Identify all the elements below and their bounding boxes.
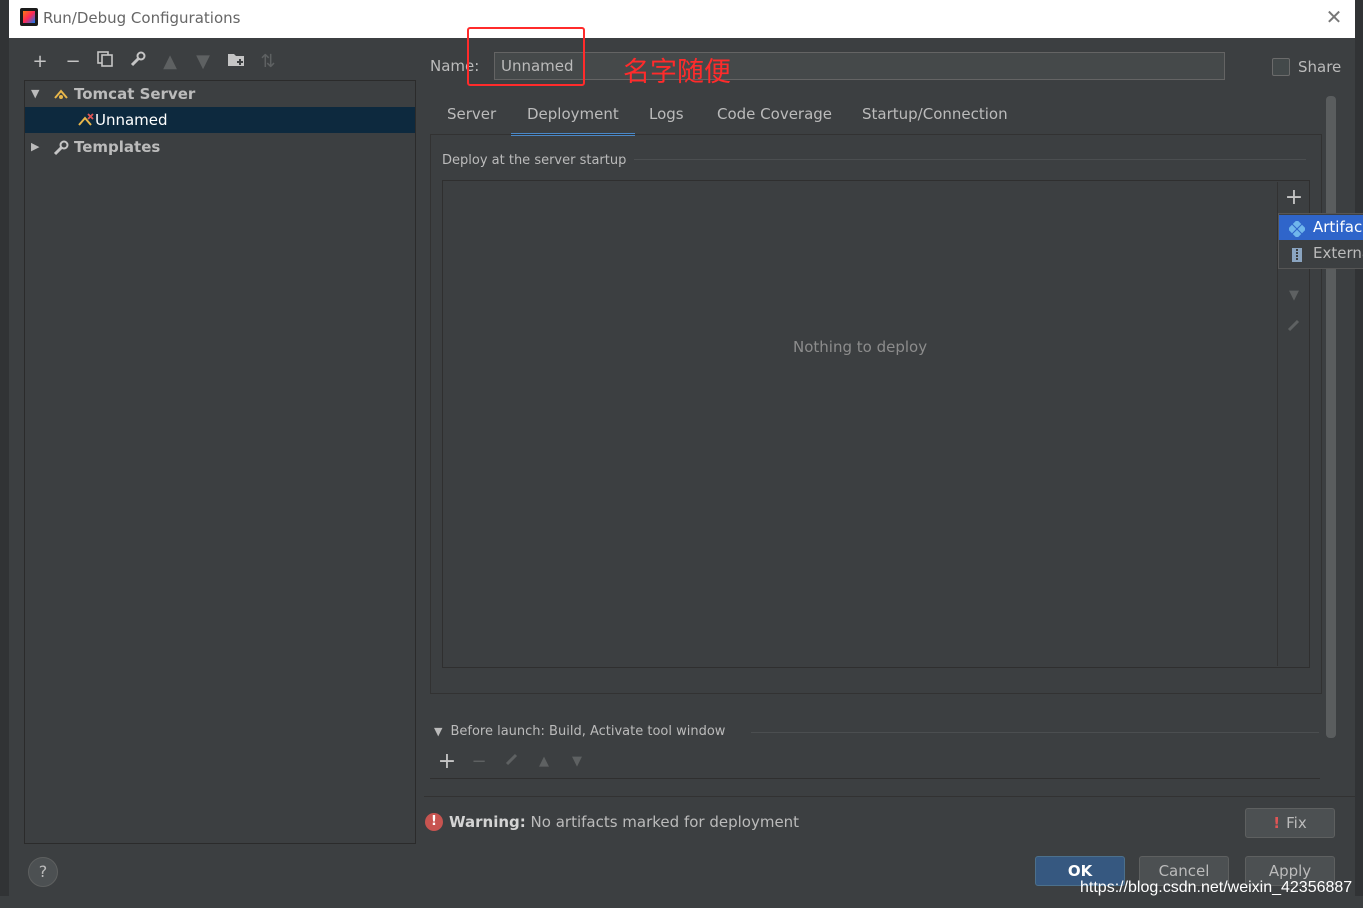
vertical-scrollbar[interactable] [1326, 96, 1336, 738]
divider [751, 732, 1319, 733]
move-up-icon[interactable]: ▲ [158, 50, 182, 74]
edit-task-icon[interactable] [500, 750, 524, 774]
warning-message: Warning: No artifacts marked for deploym… [449, 813, 799, 831]
collapse-arrow-icon: ▼ [434, 725, 443, 738]
before-launch-list[interactable] [430, 778, 1320, 787]
divider [634, 159, 1306, 160]
share-checkbox[interactable] [1272, 58, 1290, 76]
tab-startup-connection[interactable]: Startup/Connection [846, 103, 1024, 133]
tomcat-config-icon [77, 107, 95, 133]
wrench-icon [53, 134, 69, 160]
window-title: Run/Debug Configurations [43, 9, 241, 27]
menu-item-label: Artifac [1313, 218, 1363, 236]
expand-arrow-icon[interactable]: ▼ [31, 81, 45, 107]
title-bar: Run/Debug Configurations ✕ [9, 0, 1355, 38]
tab-server[interactable]: Server [431, 103, 512, 133]
fix-label: Fix [1286, 814, 1307, 832]
configuration-tree: ▼ Tomcat Server Unnamed ▶ Templates [24, 80, 416, 844]
tree-label-unnamed: Unnamed [95, 111, 168, 129]
artifact-icon [1287, 219, 1307, 239]
deploy-list[interactable] [442, 180, 1310, 668]
move-down-icon[interactable]: ▼ [565, 750, 589, 774]
edit-icon[interactable] [1282, 316, 1306, 340]
new-folder-icon[interactable] [224, 50, 248, 74]
error-icon: ! [1273, 814, 1281, 832]
menu-item-artifact[interactable]: Artifac [1279, 215, 1363, 240]
archive-icon [1289, 246, 1305, 262]
tree-label-templates: Templates [74, 138, 161, 156]
watermark-text: https://blog.csdn.net/weixin_42356887 [1080, 879, 1353, 896]
move-down-icon[interactable]: ▼ [191, 50, 215, 74]
tree-label-tomcat-server: Tomcat Server [74, 85, 196, 103]
copy-icon[interactable] [93, 50, 117, 74]
tomcat-icon [53, 81, 69, 107]
empty-state-text: Nothing to deploy [793, 338, 928, 356]
close-icon[interactable]: ✕ [1323, 6, 1345, 28]
share-label[interactable]: Share [1298, 58, 1341, 76]
add-deployment-menu: Artifac Externa [1278, 213, 1363, 269]
before-launch-header[interactable]: ▼ Before launch: Build, Activate tool win… [434, 724, 725, 739]
deploy-group-title: Deploy at the server startup [442, 153, 627, 168]
intellij-logo-icon [20, 8, 38, 26]
collapse-arrow-icon[interactable]: ▶ [31, 134, 45, 160]
sort-icon[interactable]: ⇅ [256, 50, 280, 74]
annotation-box [467, 27, 585, 86]
add-task-icon[interactable]: + [435, 750, 459, 774]
menu-item-external-source[interactable]: Externa [1279, 241, 1363, 266]
warning-text: No artifacts marked for deployment [530, 813, 800, 831]
help-button[interactable]: ? [28, 857, 58, 887]
tree-item-unnamed[interactable]: Unnamed [25, 107, 415, 133]
tree-item-tomcat-server[interactable]: ▼ Tomcat Server [25, 81, 415, 107]
name-field[interactable] [494, 52, 1225, 80]
ide-background-left [0, 0, 9, 908]
ide-background-right [1355, 0, 1363, 908]
fix-button[interactable]: ! Fix [1245, 808, 1335, 838]
divider [424, 796, 1355, 797]
menu-item-label: Externa [1313, 244, 1363, 262]
annotation-text: 名字随便 [623, 57, 731, 88]
move-up-icon[interactable]: ▲ [532, 750, 556, 774]
ide-background-bottom [0, 896, 1363, 908]
tab-code-coverage[interactable]: Code Coverage [701, 103, 848, 133]
error-icon: ! [425, 813, 443, 831]
remove-task-icon[interactable]: − [467, 750, 491, 774]
warning-label: Warning: [449, 813, 526, 831]
wrench-icon[interactable] [126, 50, 150, 74]
remove-icon[interactable]: − [61, 50, 85, 74]
tab-deployment[interactable]: Deployment [511, 103, 635, 136]
before-launch-title: Before launch: Build, Activate tool wind… [450, 724, 726, 739]
tab-logs[interactable]: Logs [633, 103, 700, 133]
add-deployment-icon[interactable]: + [1282, 186, 1306, 210]
add-icon[interactable]: + [28, 50, 52, 74]
tree-item-templates[interactable]: ▶ Templates [25, 134, 415, 160]
move-down-icon[interactable]: ▼ [1282, 284, 1306, 308]
